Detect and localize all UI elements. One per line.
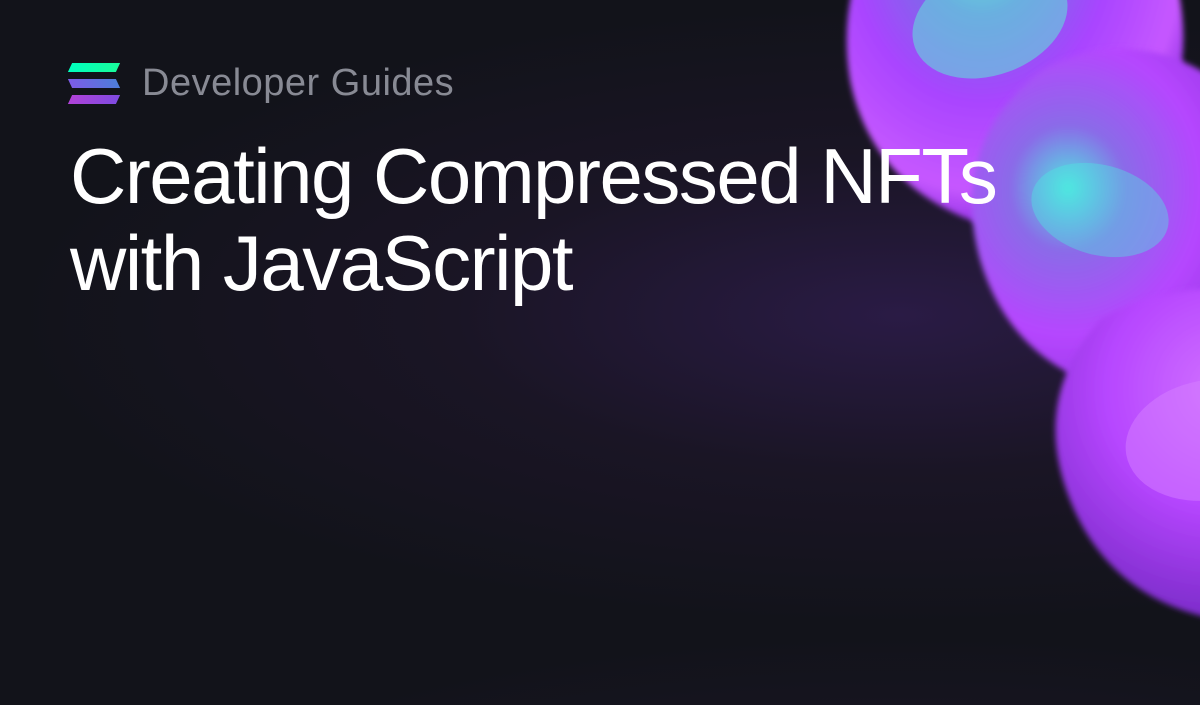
content-container: Developer Guides Creating Compressed NFT… (0, 0, 1200, 370)
header: Developer Guides (70, 62, 1130, 105)
page-title: Creating Compressed NFTs with JavaScript (70, 133, 1020, 308)
category-label: Developer Guides (142, 62, 454, 105)
solana-logo-icon (70, 63, 118, 105)
